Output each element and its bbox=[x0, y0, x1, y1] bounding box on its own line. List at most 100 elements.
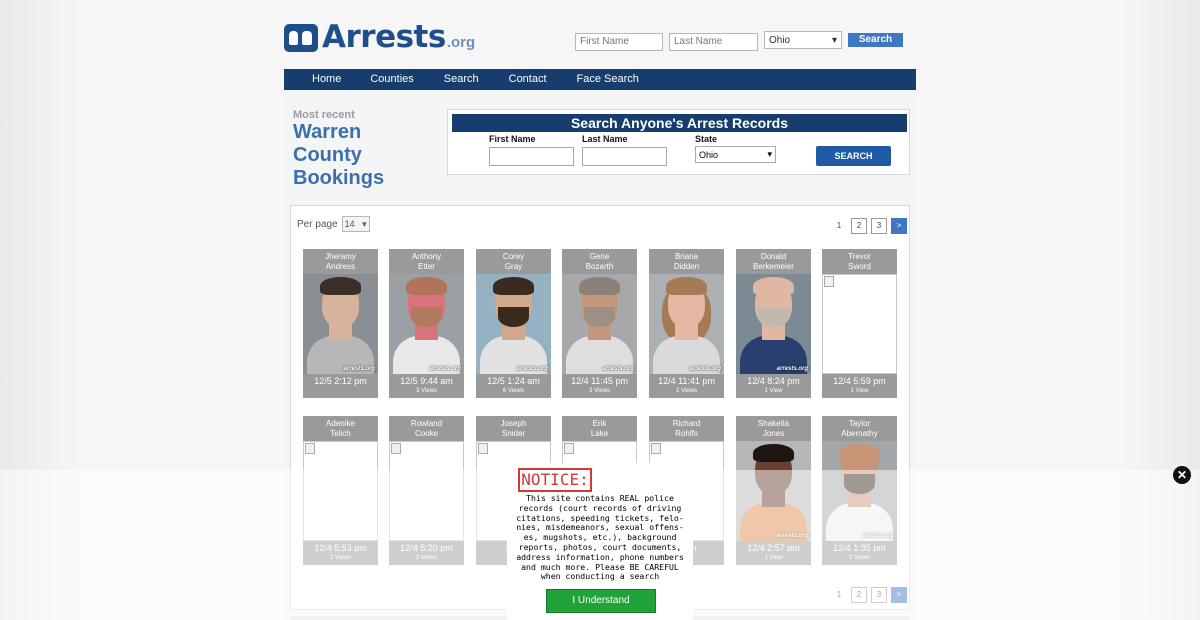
beard-shape bbox=[584, 307, 615, 327]
state-label: State bbox=[695, 134, 718, 144]
county-bookings-title: Warren County Bookings bbox=[293, 121, 433, 190]
per-page-select[interactable]: 14 ▾ bbox=[341, 216, 370, 232]
booking-first-name: Briana bbox=[674, 252, 699, 261]
hair-shape bbox=[753, 277, 794, 295]
chevron-down-icon: ▾ bbox=[362, 218, 367, 229]
main-nav: Home Counties Search Contact Face Search bbox=[284, 69, 916, 90]
nav-contact[interactable]: Contact bbox=[509, 69, 547, 90]
booking-name[interactable]: Richard Rohlfs bbox=[649, 416, 724, 441]
booking-card[interactable]: Corey Gray arrests.org 12/5 1:24 am 6 Views bbox=[476, 249, 551, 398]
close-icon[interactable]: ✕ bbox=[1173, 466, 1191, 484]
header-last-name-input[interactable] bbox=[669, 32, 758, 51]
booking-name[interactable]: Corey Gray bbox=[476, 249, 551, 274]
booking-first-name: Adenike bbox=[326, 419, 355, 428]
nav-search[interactable]: Search bbox=[444, 69, 479, 90]
booking-name[interactable]: Anthony Etter bbox=[389, 249, 464, 274]
nav-home[interactable]: Home bbox=[312, 69, 341, 90]
booking-last-name: Rohlfs bbox=[675, 428, 698, 438]
mugshot-photo[interactable]: arrests.org bbox=[389, 274, 464, 374]
state-select[interactable]: Ohio ▾ bbox=[695, 146, 776, 163]
booking-first-name: Trevor bbox=[848, 252, 871, 261]
booking-name[interactable]: Gene Bozarth bbox=[562, 249, 637, 274]
nav-counties[interactable]: Counties bbox=[370, 69, 413, 90]
booking-views: 1 View bbox=[850, 388, 869, 394]
header-last-name-wrap bbox=[669, 31, 758, 51]
broken-image-icon bbox=[824, 276, 834, 287]
booking-name[interactable]: Donald Berkemeier bbox=[736, 249, 811, 274]
county-title-line: Bookings bbox=[293, 167, 385, 189]
header-first-name-input[interactable] bbox=[575, 32, 663, 51]
booking-first-name: Rowland bbox=[410, 419, 443, 428]
first-name-field[interactable] bbox=[489, 147, 574, 166]
search-box-title: Search Anyone's Arrest Records bbox=[452, 114, 907, 132]
watermark-text: arrests.org bbox=[776, 366, 808, 372]
booking-time: 12/5 1:24 am bbox=[487, 376, 540, 386]
last-name-field[interactable] bbox=[582, 147, 667, 166]
beard-shape bbox=[498, 307, 529, 327]
mugshot-photo[interactable]: arrests.org bbox=[303, 274, 378, 374]
county-title-line: County bbox=[293, 144, 362, 166]
booking-card[interactable]: Anthony Etter arrests.org 12/5 9:44 am 3 Vie… bbox=[389, 249, 464, 398]
booking-last-name: Etter bbox=[418, 261, 435, 271]
i-understand-button[interactable]: I Understand bbox=[546, 589, 656, 613]
hair-shape bbox=[753, 444, 794, 462]
chevron-down-icon: ▾ bbox=[831, 34, 837, 46]
nav-face-search[interactable]: Face Search bbox=[577, 69, 639, 90]
booking-last-name: Jones bbox=[762, 428, 785, 438]
next-page-button[interactable]: > bbox=[891, 218, 907, 234]
booking-card[interactable]: Donald Berkemeier arrests.org 12/4 8:24 pm 1… bbox=[736, 249, 811, 398]
logo-text: Arrests bbox=[322, 19, 446, 55]
mugshot-photo[interactable] bbox=[822, 274, 897, 374]
booking-name[interactable]: Jheramy Andress bbox=[303, 249, 378, 274]
mugshot-photo[interactable]: arrests.org bbox=[649, 274, 724, 374]
mugshot-photo[interactable]: arrests.org bbox=[562, 274, 637, 374]
header-state-select[interactable]: Ohio ▾ bbox=[764, 31, 842, 49]
booking-last-name: Gray bbox=[504, 261, 523, 271]
booking-name[interactable]: Rowland Cooke bbox=[389, 416, 464, 441]
notice-title: NOTICE: bbox=[518, 468, 592, 492]
header-state-value: Ohio bbox=[769, 34, 791, 46]
header-search-button[interactable]: Search bbox=[848, 33, 903, 47]
booking-name[interactable]: Briana Didden bbox=[649, 249, 724, 274]
booking-card[interactable]: Jheramy Andress arrests.org 12/5 2:12 pm bbox=[303, 249, 378, 398]
booking-first-name: Richard bbox=[672, 419, 701, 428]
booking-last-name: Bozarth bbox=[585, 261, 614, 271]
per-page-control: Per page 14 ▾ bbox=[297, 216, 370, 232]
search-submit-button[interactable]: SEARCH bbox=[816, 146, 891, 166]
page-2[interactable]: 2 bbox=[851, 218, 867, 234]
per-page-value: 14 bbox=[344, 219, 355, 229]
booking-name[interactable]: Shakeita Jones bbox=[736, 416, 811, 441]
booking-name[interactable]: Adenike Telich bbox=[303, 416, 378, 441]
most-recent-label: Most recent bbox=[293, 109, 355, 121]
booking-last-name: Abernathy bbox=[841, 428, 878, 438]
site-logo[interactable]: Arrests .org bbox=[284, 19, 475, 55]
page-3[interactable]: 3 bbox=[871, 218, 887, 234]
booking-first-name: Jheramy bbox=[325, 252, 356, 261]
booking-name[interactable]: Trevor Sword bbox=[822, 249, 897, 274]
booking-views: 3 Views bbox=[589, 388, 610, 394]
booking-card[interactable]: Briana Didden arrests.org 12/4 11:41 pm 2 Vi… bbox=[649, 249, 724, 398]
booking-card[interactable]: Trevor Sword 12/4 5:59 pm 1 View bbox=[822, 249, 897, 398]
booking-last-name: Andress bbox=[325, 261, 356, 271]
county-title-line: Warren bbox=[293, 121, 362, 143]
booking-first-name: Gene bbox=[589, 252, 610, 261]
booking-name[interactable]: Joseph Snider bbox=[476, 416, 551, 441]
booking-time: 12/4 11:45 pm bbox=[571, 376, 628, 386]
mugshot-photo[interactable]: arrests.org bbox=[736, 274, 811, 374]
notice-line: when conducting a search bbox=[540, 571, 660, 582]
booking-name[interactable]: Erik Lake bbox=[562, 416, 637, 441]
mugshot-photo[interactable]: arrests.org bbox=[476, 274, 551, 374]
last-name-label: Last Name bbox=[582, 134, 628, 144]
booking-last-name: Didden bbox=[673, 261, 700, 271]
booking-views: 2 Views bbox=[676, 388, 697, 394]
booking-first-name: Anthony bbox=[411, 252, 442, 261]
booking-last-name: Telich bbox=[330, 428, 351, 438]
booking-card[interactable]: Gene Bozarth arrests.org 12/4 11:45 pm 3 Vie… bbox=[562, 249, 637, 398]
chevron-down-icon: ▾ bbox=[767, 149, 772, 159]
booking-first-name: Erik bbox=[592, 419, 607, 428]
header-search bbox=[575, 31, 663, 51]
booking-first-name: Taylor bbox=[848, 419, 871, 428]
per-page-label: Per page bbox=[297, 218, 338, 230]
booking-name[interactable]: Taylor Abernathy bbox=[822, 416, 897, 441]
header-search-button-wrap: Search bbox=[848, 33, 903, 47]
